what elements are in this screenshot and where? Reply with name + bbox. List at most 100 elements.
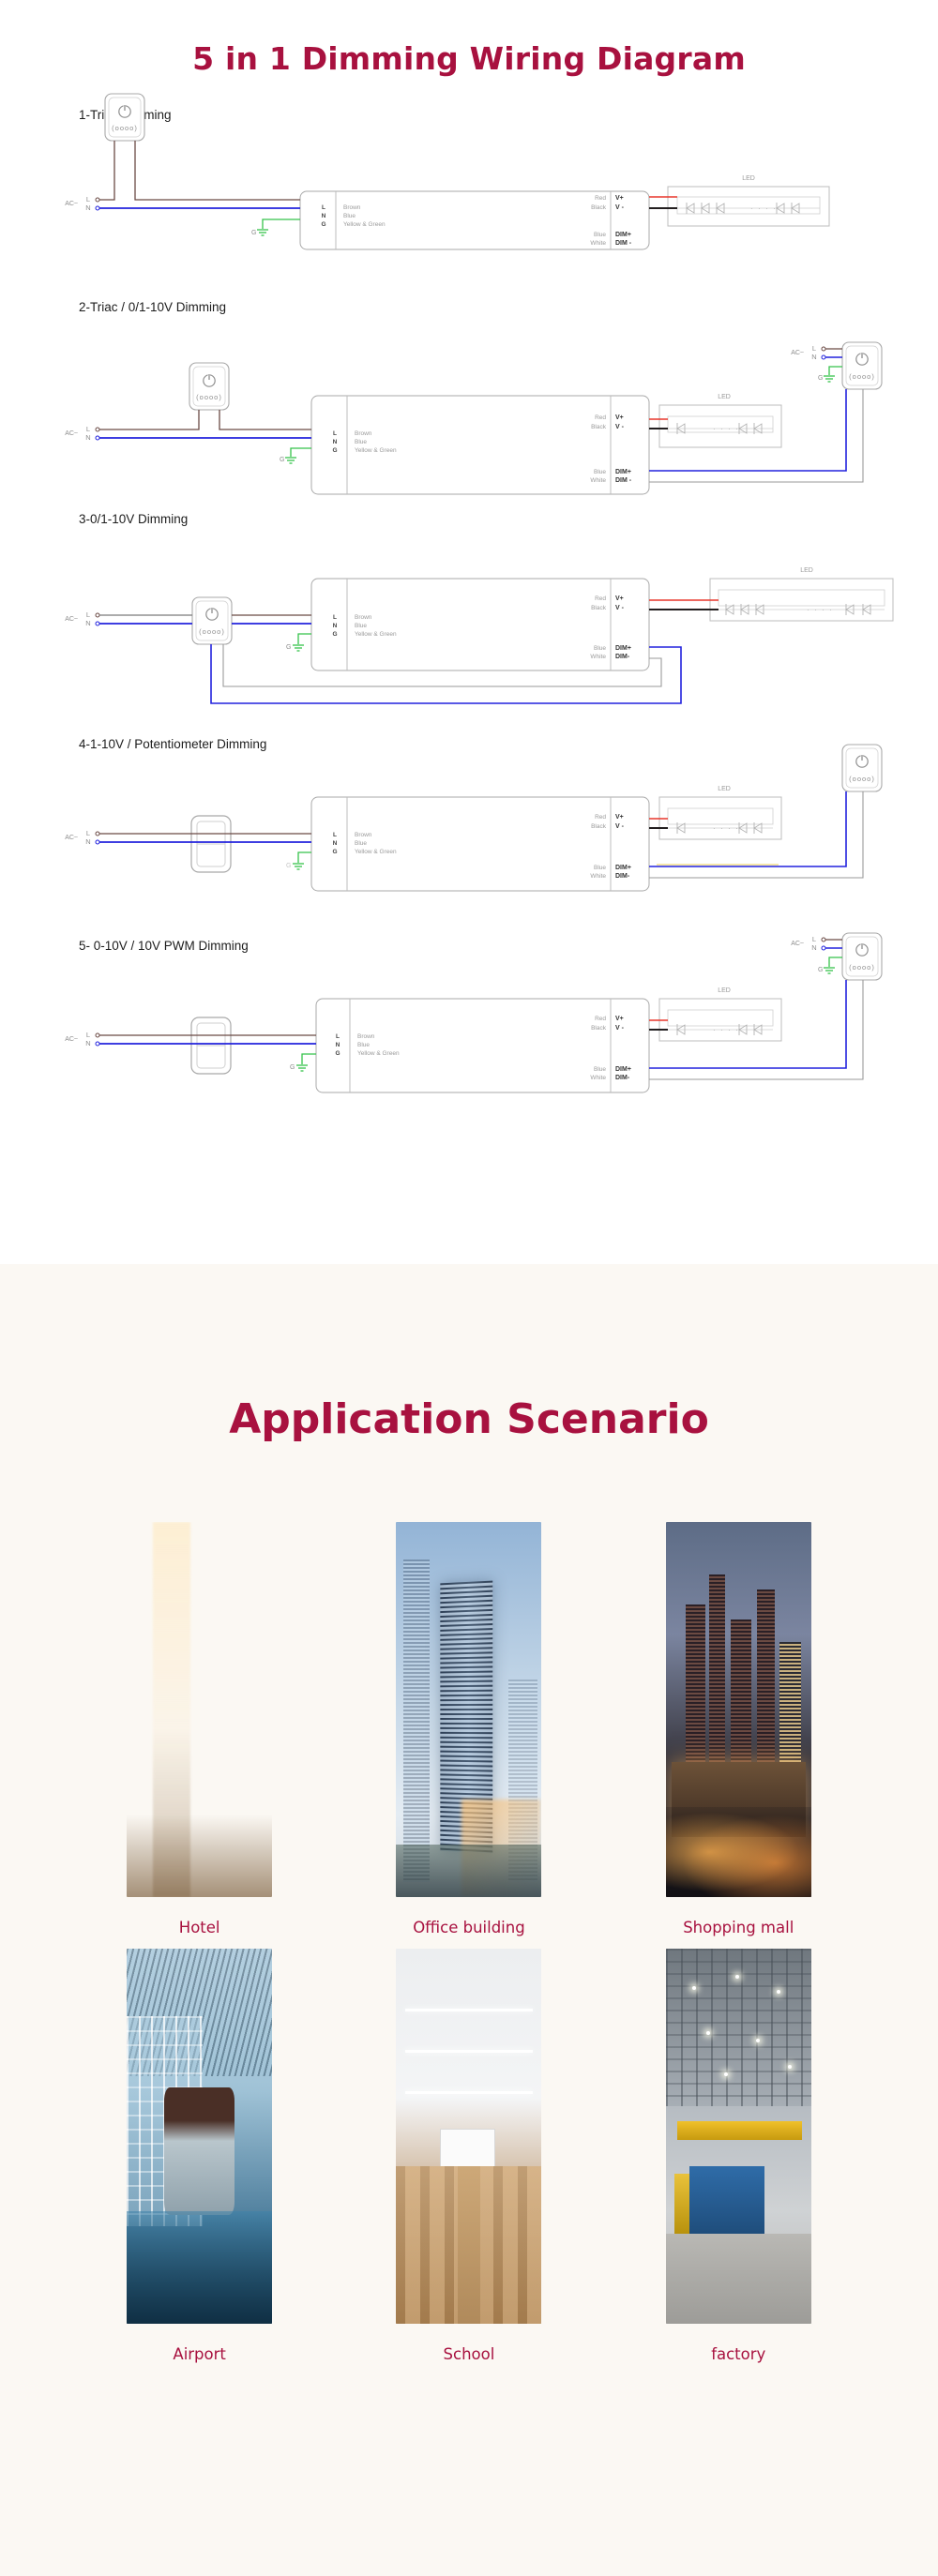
- svg-text:G: G: [332, 849, 337, 855]
- scenario-caption: Shopping mall: [683, 1919, 794, 1936]
- svg-text:AC~: AC~: [65, 616, 78, 623]
- svg-text:DIM-: DIM-: [615, 654, 630, 660]
- svg-text:Yellow & Green: Yellow & Green: [343, 221, 386, 228]
- diagram-1-triac-dimming: 1-Triac Dimming L N G Brown Blue Yellow …: [0, 77, 938, 274]
- svg-text:(oooo): (oooo): [849, 372, 875, 381]
- factory-floor: [665, 2234, 811, 2324]
- svg-text:Brown: Brown: [355, 832, 372, 838]
- scenario-card-airport[interactable]: Airport: [65, 1949, 334, 2363]
- mall-street-glow: [665, 1807, 811, 1897]
- svg-text:G: G: [290, 1064, 295, 1071]
- scenario-card-school[interactable]: School: [334, 1949, 603, 2363]
- svg-text:· · · ·: · · · ·: [713, 1026, 740, 1034]
- svg-text:AC~: AC~: [65, 430, 78, 437]
- airport-terminal-image: [127, 1949, 273, 2324]
- svg-text:· · · ·: · · · ·: [713, 425, 740, 433]
- svg-text:· · · ·: · · · ·: [807, 606, 834, 614]
- svg-text:V+: V+: [615, 595, 624, 602]
- svg-text:N: N: [322, 213, 326, 219]
- svg-text:L: L: [86, 195, 90, 203]
- factory-roof-truss: [665, 1949, 811, 2106]
- svg-text:Blue: Blue: [594, 1066, 606, 1073]
- svg-text:Yellow & Green: Yellow & Green: [355, 631, 397, 638]
- svg-text:Red: Red: [595, 195, 606, 202]
- scenario-photo-factory: [665, 1949, 811, 2324]
- scenario-caption: School: [443, 2345, 495, 2363]
- factory-highbay-lamp: [723, 2072, 728, 2076]
- airport-floor: [127, 2211, 273, 2324]
- svg-text:V -: V -: [615, 823, 625, 830]
- svg-text:Black: Black: [591, 823, 607, 830]
- svg-text:V -: V -: [615, 1025, 625, 1032]
- scenario-caption: Hotel: [178, 1919, 220, 1936]
- svg-text:LED: LED: [718, 394, 731, 400]
- svg-text:Yellow & Green: Yellow & Green: [355, 849, 397, 855]
- svg-text:G: G: [818, 967, 823, 973]
- factory-highbay-lamp: [776, 1990, 780, 1994]
- scenario-card-hotel[interactable]: Hotel: [65, 1522, 334, 1936]
- svg-text:AC~: AC~: [791, 941, 804, 947]
- svg-text:G: G: [286, 644, 291, 651]
- svg-text:Brown: Brown: [343, 204, 361, 211]
- mall-tower-1: [686, 1604, 705, 1777]
- svg-text:V -: V -: [615, 424, 625, 430]
- svg-text:Red: Red: [595, 1016, 606, 1022]
- svg-text:LED: LED: [800, 567, 813, 574]
- svg-text:Yellow & Green: Yellow & Green: [355, 447, 397, 454]
- svg-text:Blue: Blue: [357, 1042, 370, 1048]
- factory-highbay-lamp: [691, 1986, 696, 1990]
- svg-text:DIM+: DIM+: [615, 1066, 631, 1073]
- svg-text:Blue: Blue: [594, 645, 606, 652]
- svg-text:L: L: [812, 935, 816, 943]
- factory-overhead-crane: [677, 2121, 803, 2140]
- scenario-photo-airport: [127, 1949, 273, 2324]
- svg-text:Red: Red: [595, 595, 606, 602]
- classroom-light-strip-2: [404, 2050, 534, 2053]
- svg-text:N: N: [85, 837, 90, 846]
- svg-text:N: N: [811, 943, 816, 952]
- scenario-photo-shopping-mall: [665, 1522, 811, 1897]
- svg-text:Blue: Blue: [355, 623, 367, 629]
- scenario-photo-hotel: [127, 1522, 273, 1897]
- svg-text:LED: LED: [742, 175, 755, 182]
- svg-text:G: G: [321, 221, 325, 228]
- svg-text:Brown: Brown: [355, 614, 372, 621]
- scenario-card-factory[interactable]: factory: [604, 1949, 873, 2363]
- svg-text:White: White: [590, 1075, 606, 1081]
- svg-text:N: N: [333, 840, 338, 847]
- svg-text:Yellow & Green: Yellow & Green: [357, 1050, 400, 1057]
- svg-text:V+: V+: [615, 195, 624, 202]
- office-tower-image: [396, 1522, 542, 1897]
- mall-tower-4: [757, 1589, 775, 1777]
- svg-text:L: L: [333, 614, 337, 621]
- svg-text:White: White: [590, 240, 606, 247]
- svg-text:G: G: [818, 375, 823, 382]
- svg-text:L: L: [333, 430, 337, 437]
- svg-text:DIM-: DIM-: [615, 1075, 630, 1081]
- svg-text:V+: V+: [615, 414, 624, 421]
- scenario-card-shopping-mall[interactable]: Shopping mall: [604, 1522, 873, 1936]
- svg-text:· · · ·: · · · ·: [750, 204, 778, 213]
- classroom-light-strip-1: [404, 2009, 534, 2011]
- svg-text:AC~: AC~: [65, 1036, 78, 1043]
- diagram-5-schematic: L N G Brown Blue Yellow & Green Red Blac…: [65, 932, 883, 1093]
- scenario-photo-office-building: [396, 1522, 542, 1897]
- svg-text:N: N: [85, 433, 90, 442]
- mall-tower-3: [731, 1619, 752, 1777]
- svg-text:DIM-: DIM-: [615, 873, 630, 880]
- svg-text:N: N: [85, 619, 90, 627]
- factory-hall-image: [665, 1949, 811, 2324]
- office-tower-left: [403, 1559, 431, 1882]
- svg-text:Blue: Blue: [343, 213, 356, 219]
- scenario-caption: Airport: [173, 2345, 226, 2363]
- svg-text:Black: Black: [591, 1025, 607, 1032]
- svg-text:L: L: [812, 344, 816, 353]
- mall-tower-5: [779, 1642, 801, 1777]
- scenario-card-office-building[interactable]: Office building: [334, 1522, 603, 1936]
- scenario-grid: Hotel Office building Shopping mall Airp…: [65, 1443, 873, 2375]
- diagram-2-triac-0-1-10v-dimming: 2-Triac / 0/1-10V Dimming L N G Brown Bl…: [0, 274, 938, 499]
- scenario-caption: Office building: [413, 1919, 525, 1936]
- svg-text:N: N: [85, 203, 90, 212]
- diagram-3-0-1-10v-dimming: 3-0/1-10V Dimming L N G Brown Blue Yello…: [0, 499, 938, 724]
- svg-text:· · · ·: · · · ·: [713, 824, 740, 833]
